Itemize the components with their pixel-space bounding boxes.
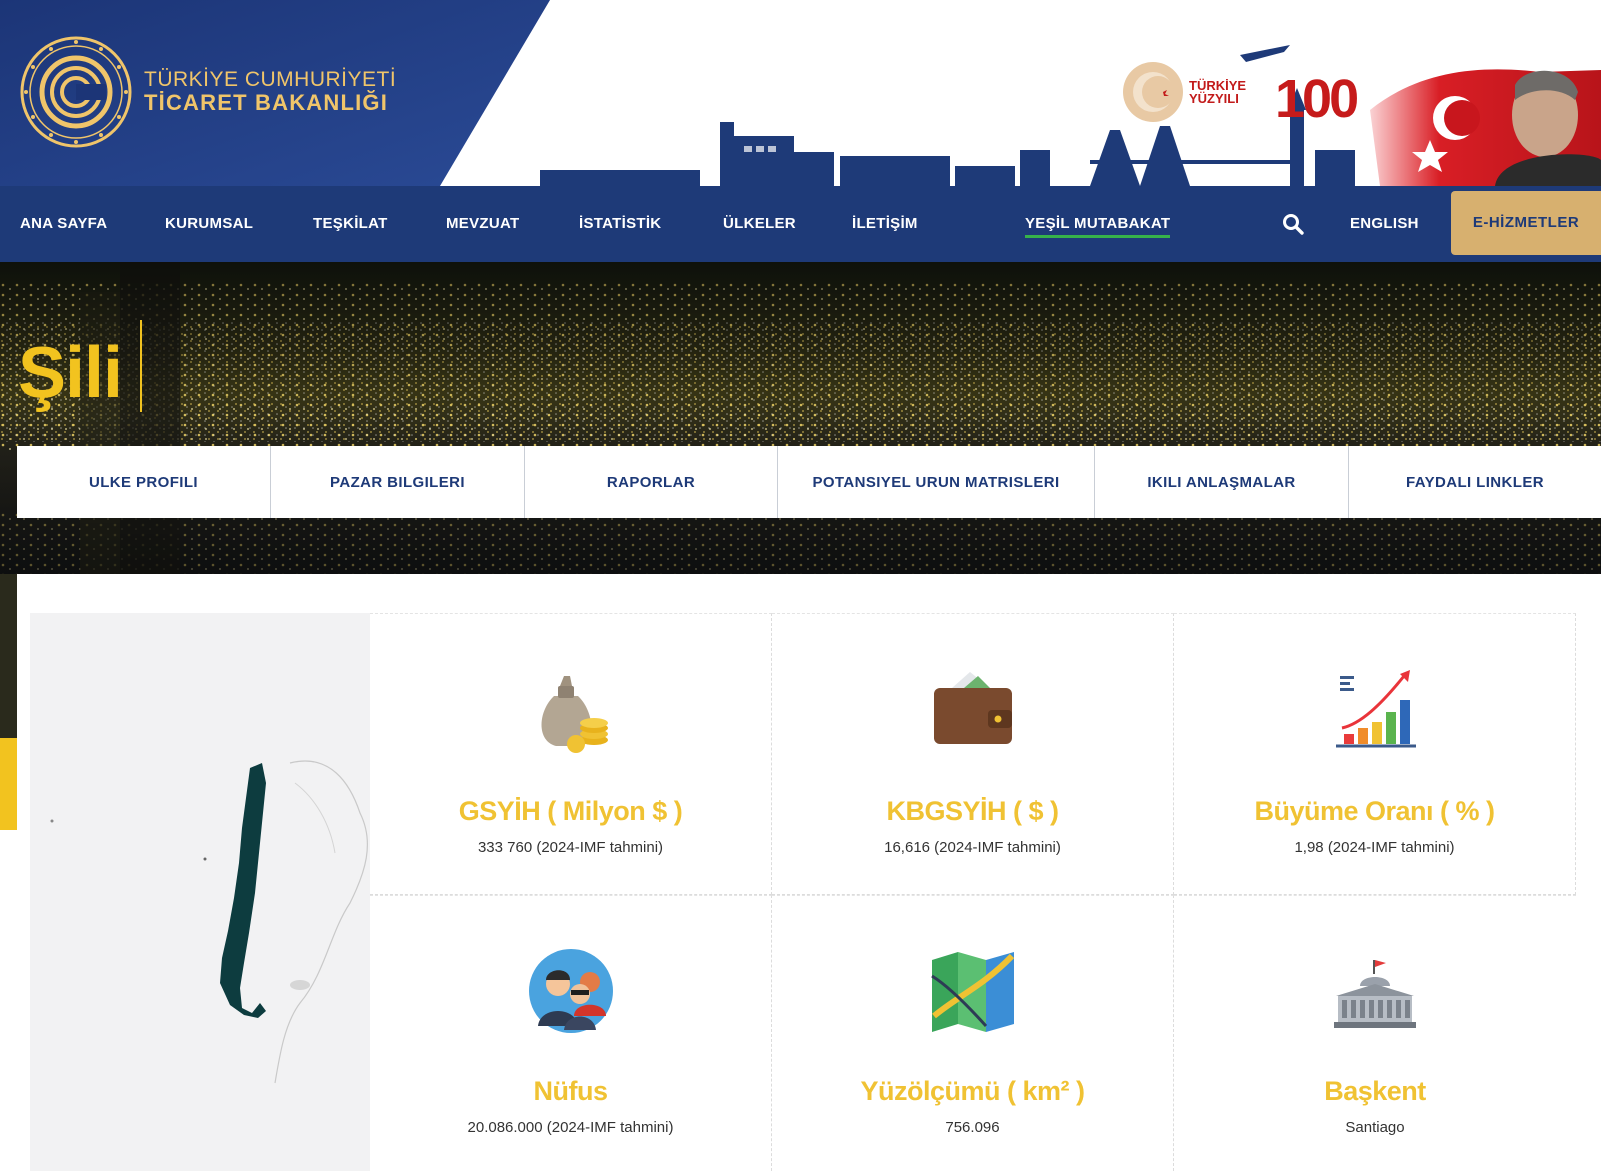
centennial-label: TÜRKİYE YÜZYILI (1189, 79, 1246, 105)
nav-item-mevzuat[interactable]: MEVZUAT (446, 186, 519, 262)
left-edge-accent (0, 738, 17, 830)
logo-line-1: TÜRKİYE CUMHURİYETİ (144, 67, 397, 91)
nav-item-teskilat[interactable]: TEŞKİLAT (313, 186, 388, 262)
tab-ulke-profili[interactable]: ULKE PROFILI (17, 446, 271, 518)
nav-item-ulkeler[interactable]: ÜLKELER (723, 186, 796, 262)
chile-map-icon (50, 760, 368, 1084)
stat-value-buyume: 1,98 (2024-IMF tahmini) (1294, 839, 1455, 856)
stat-title-yuzolcumu: Yüzölçümü ( km² ) (860, 1076, 1085, 1106)
stat-card-gsyih: GSYİH ( Milyon $ ) 333 760 (2024-IMF tah… (370, 613, 772, 895)
country-title: Şili (18, 333, 123, 413)
stat-title-baskent: Başkent (1324, 1076, 1426, 1106)
nav-item-yesil-mutabakat-label: YEŞİL MUTABAKAT (1025, 215, 1171, 238)
left-edge-strip (0, 574, 17, 738)
centennial-number: 100 (1275, 69, 1359, 129)
tab-ikili-anlasmalar[interactable]: IKILI ANLAŞMALAR (1095, 446, 1349, 518)
tab-pazar-bilgileri[interactable]: PAZAR BILGILERI (271, 446, 525, 518)
stat-value-nufus: 20.086.000 (2024-IMF tahmini) (467, 1119, 674, 1136)
centennial-line-2: YÜZYILI (1189, 91, 1239, 106)
ministry-logo[interactable]: TÜRKİYE CUMHURİYETİ TİCARET BAKANLIĞI (20, 36, 396, 148)
stat-title-nufus: Nüfus (533, 1076, 609, 1106)
stat-card-kbgsyih: KBGSYİH ( $ ) 16,616 (2024-IMF tahmini) (772, 613, 1174, 895)
site-header: TÜRKİYE CUMHURİYETİ TİCARET BAKANLIĞI TÜ… (0, 0, 1601, 186)
growth-chart-icon (1335, 670, 1416, 748)
nav-item-yesil-mutabakat[interactable]: YEŞİL MUTABAKAT (1025, 186, 1171, 262)
folded-map-icon (930, 952, 1014, 1032)
turkiye-yuzyili-emblem: TÜRKİYE YÜZYILI (1123, 62, 1246, 122)
stat-card-buyume: Büyüme Oranı ( % ) 1,98 (2024-IMF tahmin… (1174, 613, 1576, 895)
title-accent-bar (140, 320, 142, 412)
main-navigation: ANA SAYFA KURUMSAL TEŞKİLAT MEVZUAT İSTA… (0, 186, 1601, 262)
country-tabs: ULKE PROFILI PAZAR BILGILERI RAPORLAR PO… (17, 446, 1601, 518)
e-hizmetler-button[interactable]: E-HİZMETLER (1451, 191, 1601, 255)
stat-value-baskent: Santiago (1345, 1119, 1405, 1136)
city-lights-background (0, 262, 1601, 574)
stat-title-kbgsyih: KBGSYİH ( $ ) (886, 796, 1059, 826)
wallet-icon (933, 672, 1012, 744)
nav-item-kurumsal[interactable]: KURUMSAL (165, 186, 253, 262)
government-building-icon (1334, 960, 1416, 1028)
stat-title-gsyih: GSYİH ( Milyon $ ) (458, 796, 683, 826)
stat-value-gsyih: 333 760 (2024-IMF tahmini) (477, 839, 664, 856)
tab-raporlar[interactable]: RAPORLAR (525, 446, 778, 518)
stat-title-buyume: Büyüme Oranı ( % ) (1254, 796, 1495, 826)
country-stats-grid: GSYİH ( Milyon $ ) 333 760 (2024-IMF tah… (370, 613, 1578, 1171)
ministry-seal-icon (20, 36, 132, 148)
stat-value-yuzolcumu: 756.096 (945, 1119, 1000, 1136)
ministry-name: TÜRKİYE CUMHURİYETİ TİCARET BAKANLIĞI (144, 67, 397, 116)
tab-faydali-linkler[interactable]: FAYDALI LINKLER (1349, 446, 1601, 518)
nav-item-istatistik[interactable]: İSTATİSTİK (579, 186, 661, 262)
people-icon (528, 949, 613, 1033)
nav-item-home[interactable]: ANA SAYFA (20, 186, 107, 262)
country-hero-banner: Şili (0, 262, 1601, 574)
stat-card-baskent: Başkent Santiago (1174, 895, 1576, 1171)
country-map (30, 613, 370, 1171)
stat-card-yuzolcumu: Yüzölçümü ( km² ) 756.096 (772, 895, 1174, 1171)
search-icon[interactable] (1281, 212, 1305, 236)
nav-item-iletisim[interactable]: İLETİŞİM (852, 186, 918, 262)
tab-potansiyel-urun-matrisleri[interactable]: POTANSIYEL URUN MATRISLERI (778, 446, 1095, 518)
money-bag-icon (541, 676, 608, 753)
stat-card-nufus: Nüfus 20.086.000 (2024-IMF tahmini) (370, 895, 772, 1171)
stat-value-kbgsyih: 16,616 (2024-IMF tahmini) (884, 839, 1061, 856)
crescent-emblem-icon (1123, 62, 1183, 122)
logo-line-2: TİCARET BAKANLIĞI (144, 90, 389, 116)
nav-item-english[interactable]: ENGLISH (1350, 186, 1419, 262)
